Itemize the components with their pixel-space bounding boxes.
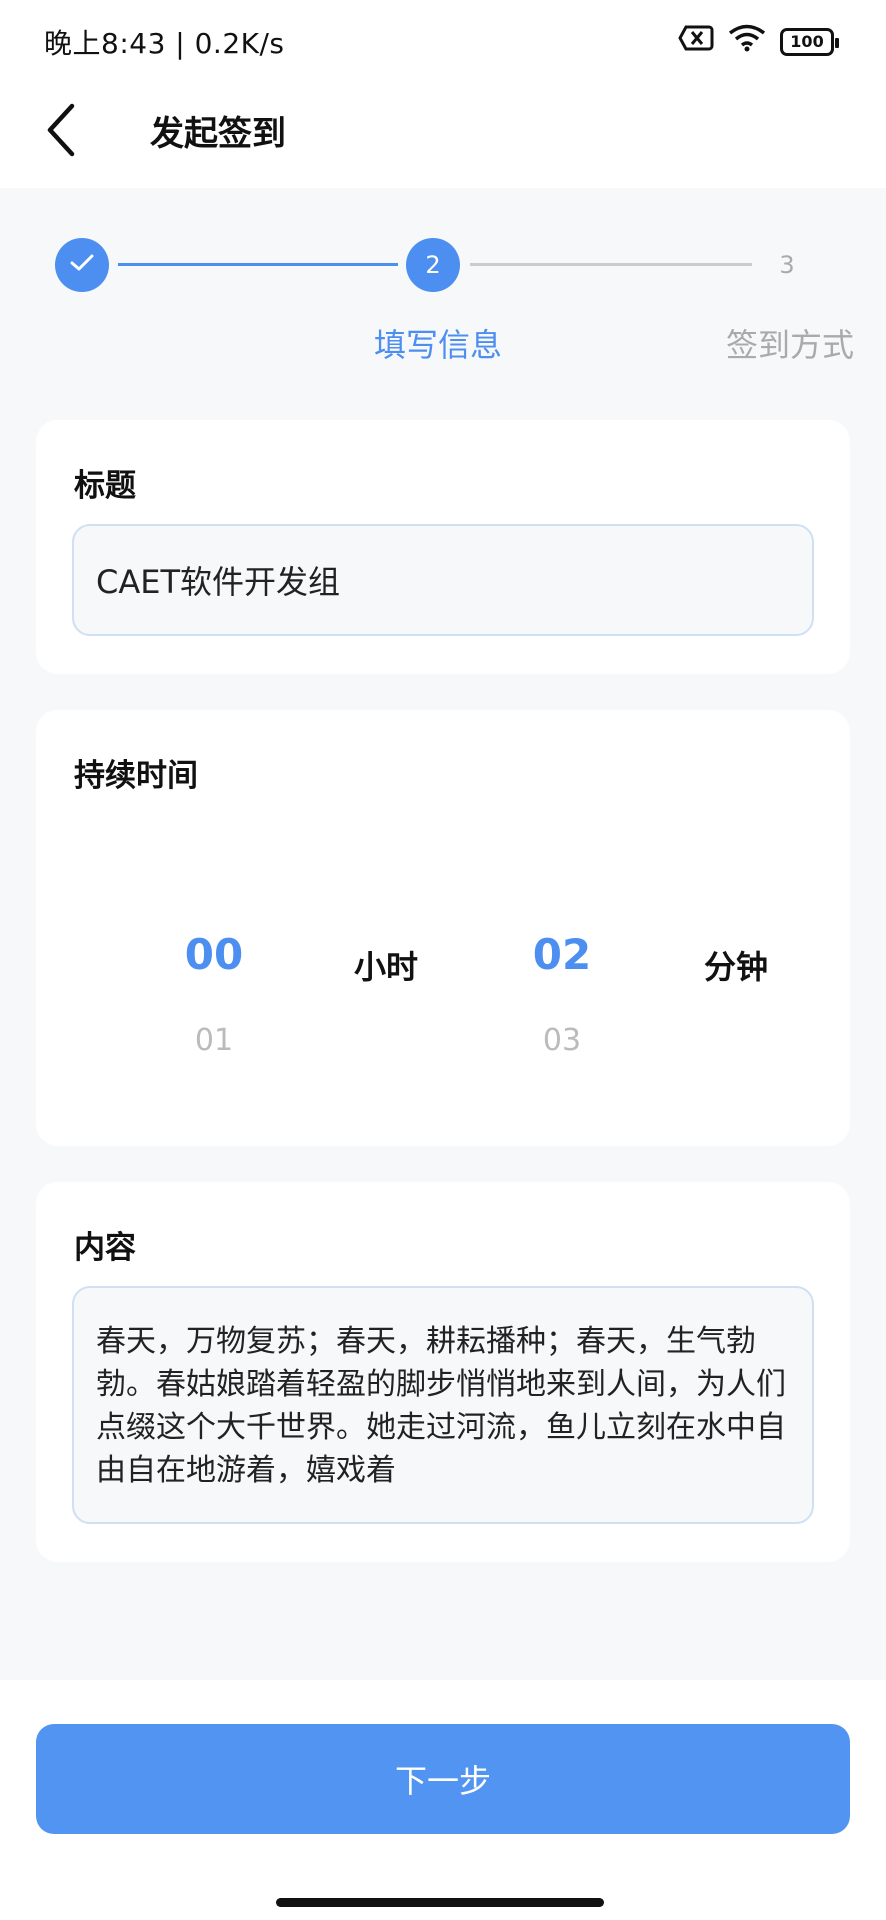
next-button-label: 下一步 (394, 1762, 491, 1800)
content-card: 内容 春天，万物复苏；春天，耕耘播种；春天，生气勃勃。春姑娘踏着轻盈的脚步悄悄地… (36, 1182, 850, 1562)
step-indicator: 2 3 填写信息 签到方式 (0, 188, 886, 388)
status-bar: 晚上8:43 | 0.2K/s 100 (0, 0, 886, 80)
home-indicator[interactable] (276, 1898, 604, 1907)
header: 发起签到 (0, 80, 886, 188)
minutes-next: 03 (542, 1023, 582, 1058)
status-time: 晚上8:43 | 0.2K/s (44, 27, 285, 60)
title-input[interactable]: CAET软件开发组 (72, 524, 814, 636)
step-3-pending: 3 (760, 238, 814, 292)
content-textarea[interactable]: 春天，万物复苏；春天，耕耘播种；春天，生气勃勃。春姑娘踏着轻盈的脚步悄悄地来到人… (72, 1286, 814, 1524)
duration-card: 持续时间 00 01 小时 02 03 分钟 (36, 710, 850, 1146)
status-icons: 100 (678, 24, 839, 59)
duration-label: 持续时间 (74, 758, 198, 794)
battery-level: 100 (790, 32, 824, 51)
minutes-picker[interactable]: 02 03 (502, 930, 622, 1058)
sim-off-icon (678, 24, 714, 59)
step-3-number: 3 (779, 251, 795, 279)
hours-picker[interactable]: 00 01 (154, 930, 274, 1058)
minutes-selected: 02 (532, 930, 592, 979)
bottom-bar: 下一步 (0, 1680, 886, 1920)
check-icon (69, 251, 95, 279)
step-1-done (55, 238, 109, 292)
title-label: 标题 (74, 468, 136, 504)
hours-unit: 小时 (354, 948, 419, 986)
hours-next: 01 (194, 1023, 234, 1058)
chevron-left-icon[interactable] (42, 103, 82, 164)
battery-icon: 100 (780, 27, 839, 56)
step-line-2 (470, 263, 752, 266)
step-2-label: 填写信息 (374, 326, 503, 364)
title-card: 标题 CAET软件开发组 (36, 420, 850, 674)
title-input-value: CAET软件开发组 (96, 563, 341, 601)
back-button[interactable] (42, 100, 102, 168)
hours-selected: 00 (184, 930, 244, 979)
step-2-number: 2 (425, 251, 441, 279)
next-button[interactable]: 下一步 (36, 1724, 850, 1834)
page-title: 发起签到 (150, 114, 286, 154)
step-3-label: 签到方式 (726, 326, 855, 364)
wifi-icon (728, 24, 766, 59)
content-value: 春天，万物复苏；春天，耕耘播种；春天，生气勃勃。春姑娘踏着轻盈的脚步悄悄地来到人… (96, 1324, 786, 1488)
step-line-1 (118, 263, 398, 266)
content-label: 内容 (74, 1230, 136, 1266)
step-2-active: 2 (406, 238, 460, 292)
minutes-unit: 分钟 (704, 948, 769, 986)
